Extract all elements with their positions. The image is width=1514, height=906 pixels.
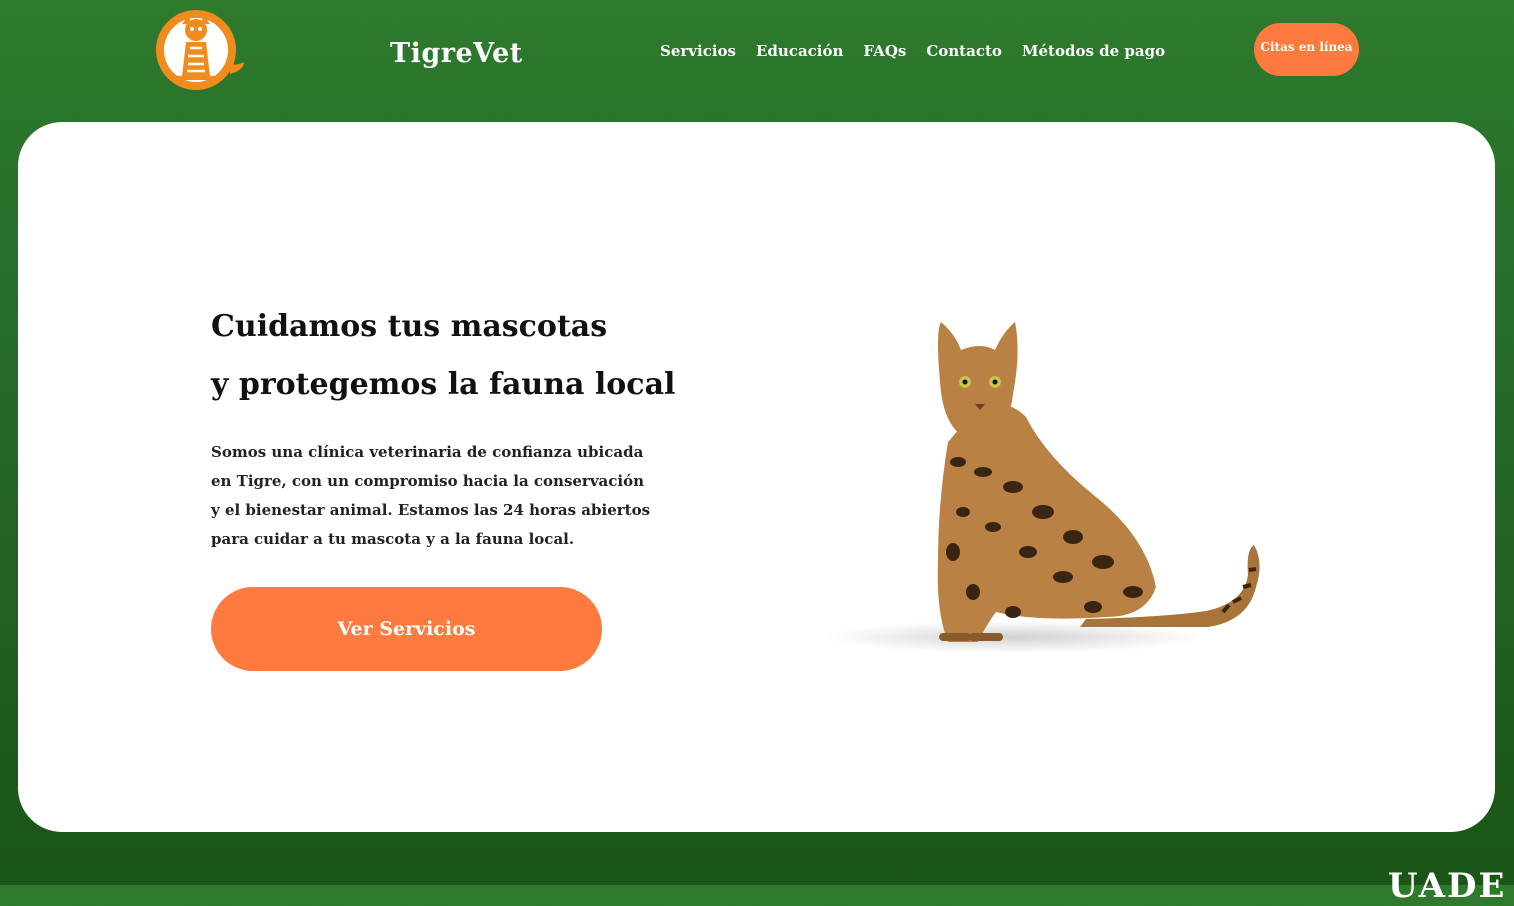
site-header: TigreVet Servicios Educación FAQs Contac… [0, 0, 1514, 118]
book-appointment-button[interactable]: Citas en línea [1254, 23, 1359, 76]
tiger-logo-icon[interactable] [152, 8, 246, 92]
nav-item-contacto[interactable]: Contacto [926, 42, 1002, 60]
brand-name[interactable]: TigreVet [390, 38, 523, 69]
nav-item-faqs[interactable]: FAQs [863, 42, 906, 60]
nav-item-metodos-de-pago[interactable]: Métodos de pago [1022, 42, 1165, 60]
uade-logo: UADE [1388, 866, 1507, 906]
view-services-button[interactable]: Ver Servicios [211, 587, 602, 671]
main-nav: Servicios Educación FAQs Contacto Método… [660, 42, 1165, 60]
hero-description: Somos una clínica veterinaria de confian… [211, 443, 651, 548]
hero-headline-line-1: Cuidamos tus mascotas [211, 309, 608, 344]
footer-text [34, 877, 1334, 897]
bengal-cat-image [823, 322, 1260, 653]
hero-card: Cuidamos tus mascotas y protegemos la fa… [18, 122, 1495, 832]
nav-item-educacion[interactable]: Educación [756, 42, 843, 60]
hero-headline: Cuidamos tus mascotas y protegemos la fa… [211, 298, 675, 414]
nav-item-servicios[interactable]: Servicios [660, 42, 736, 60]
hero-headline-line-2: y protegemos la fauna local [211, 367, 676, 402]
